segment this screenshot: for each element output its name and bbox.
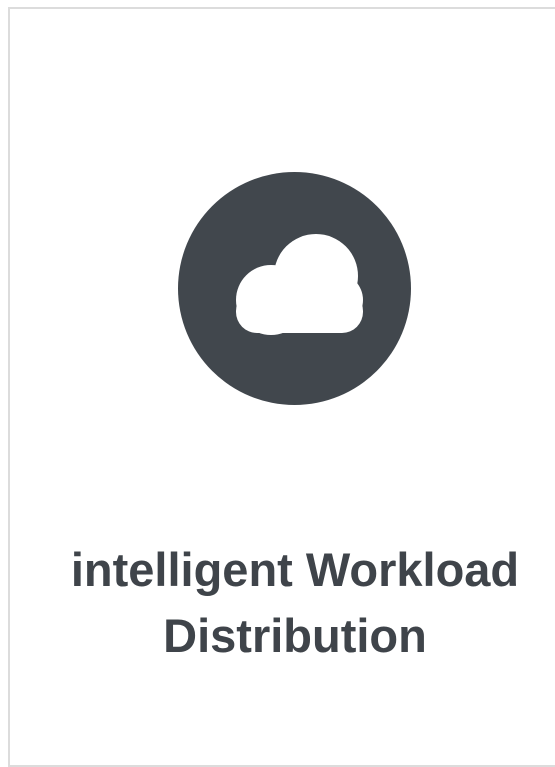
card-title-line2: Distribution (163, 609, 427, 662)
card-title-line1: intelligent Workload (70, 543, 520, 596)
cloud-icon (178, 172, 411, 405)
card-title: intelligent Workload Distribution (10, 537, 555, 669)
feature-card[interactable]: intelligent Workload Distribution (8, 7, 555, 767)
